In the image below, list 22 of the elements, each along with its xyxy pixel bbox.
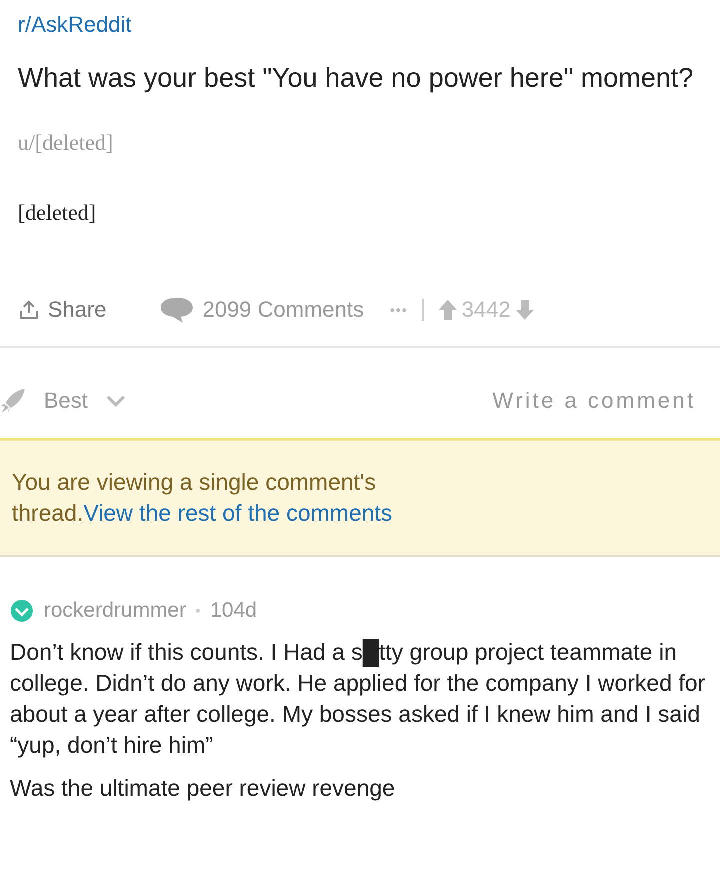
post-title: What was your best "You have no power here" moment? xyxy=(18,62,695,95)
view-rest-link[interactable]: View the rest of the comments xyxy=(84,500,393,526)
write-comment-button[interactable]: Write a comment xyxy=(492,388,696,414)
rocket-icon[interactable] xyxy=(0,388,26,414)
comment-text: Was the ultimate peer review revenge xyxy=(10,774,396,803)
author-name[interactable]: u/[deleted] xyxy=(18,130,114,156)
more-button[interactable]: ••• xyxy=(390,302,408,318)
share-icon[interactable] xyxy=(18,299,40,321)
username[interactable]: rockerdrummer xyxy=(44,599,186,623)
speech-bubble-icon[interactable] xyxy=(158,296,195,324)
comment-text: Don’t know if this counts. I Had a s█tty group project teammate in college. Didn’t do any work. He applied for the company I worked for about a year after college. My bosses asked if I knew him and I said “yup, don’t hire him” xyxy=(10,638,706,760)
subreddit-link[interactable]: r/AskReddit xyxy=(18,12,132,38)
vote-score: 3442 xyxy=(462,297,511,323)
downvote-icon[interactable] xyxy=(514,299,535,321)
comment-age: 104d xyxy=(210,599,258,623)
sort-button[interactable]: Best xyxy=(0,388,126,414)
comments-button[interactable]: 2099 Comments xyxy=(158,296,364,324)
upvote-icon[interactable] xyxy=(438,299,458,321)
chevron-down-icon[interactable] xyxy=(106,394,126,408)
thread-notice: You are viewing a single comment's thread.View the rest of the comments xyxy=(12,468,394,528)
post-body: [deleted] xyxy=(18,200,98,226)
share-button[interactable]: Share xyxy=(18,297,107,323)
